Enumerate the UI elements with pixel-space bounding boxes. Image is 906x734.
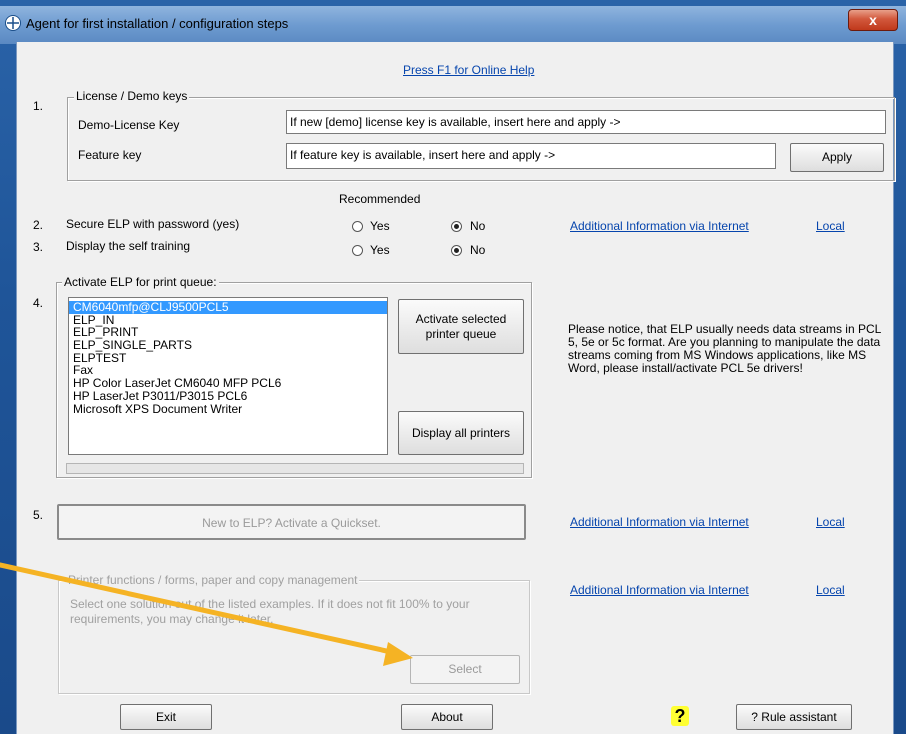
annotation-arrow-icon (0, 562, 413, 666)
